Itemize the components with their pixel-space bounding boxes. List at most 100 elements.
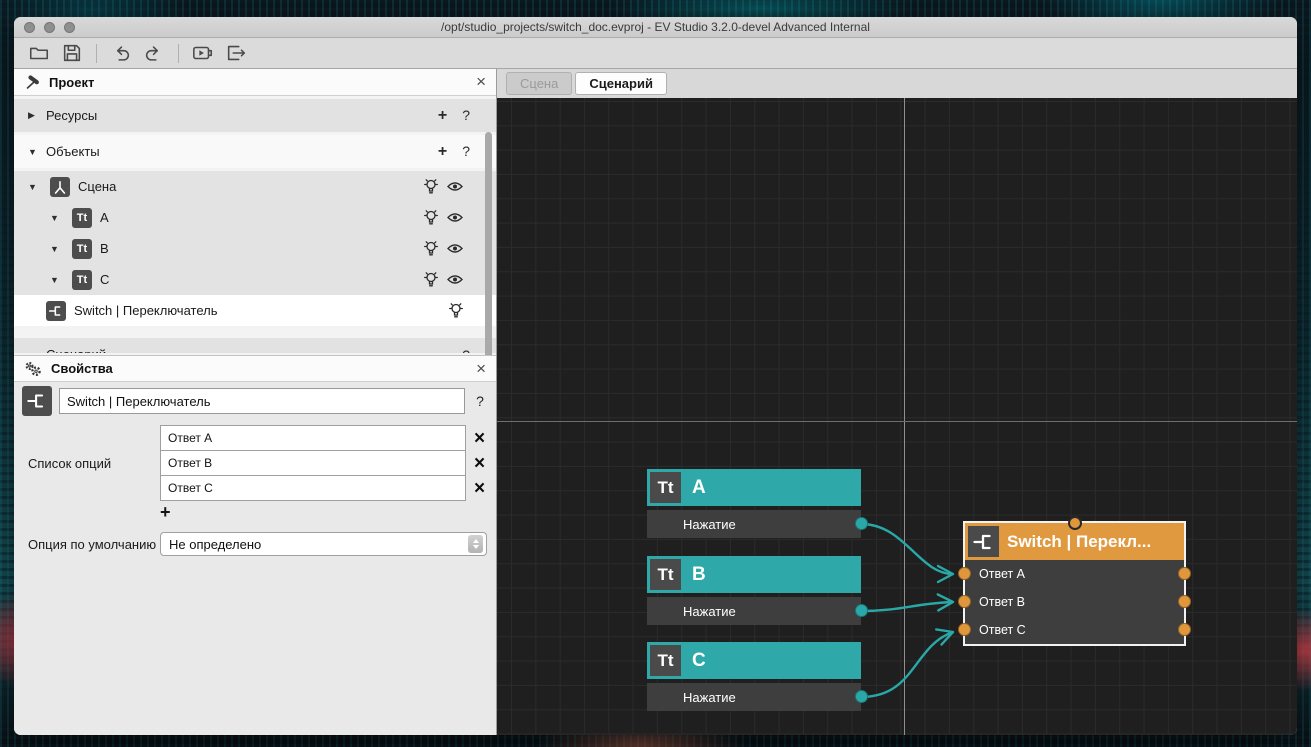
chevron-down-icon[interactable]: ▼ bbox=[50, 213, 68, 223]
output-port[interactable] bbox=[1178, 623, 1191, 636]
toolbar-separator bbox=[178, 44, 179, 63]
chevron-down-icon[interactable]: ▼ bbox=[28, 147, 46, 157]
text-object-icon: Tt bbox=[72, 239, 92, 259]
output-port[interactable] bbox=[855, 690, 868, 703]
export-icon bbox=[224, 42, 248, 64]
tab-scenario[interactable]: Сценарий bbox=[575, 72, 667, 95]
save-button[interactable] bbox=[59, 41, 85, 65]
undo-button[interactable] bbox=[108, 41, 134, 65]
close-properties-panel-button[interactable]: × bbox=[476, 356, 486, 382]
eye-icon[interactable] bbox=[447, 212, 463, 223]
open-folder-icon bbox=[28, 42, 50, 64]
zoom-window-button[interactable] bbox=[64, 22, 75, 33]
remove-option-button[interactable]: × bbox=[474, 479, 485, 498]
tree-item-switch[interactable]: Switch | Переключатель bbox=[14, 295, 496, 326]
lightbulb-icon[interactable] bbox=[424, 209, 438, 226]
remove-option-button[interactable]: × bbox=[474, 429, 485, 448]
close-window-button[interactable] bbox=[24, 22, 35, 33]
chevron-down-icon[interactable]: ▼ bbox=[28, 182, 46, 192]
app-window: /opt/studio_projects/switch_doc.evproj -… bbox=[14, 17, 1297, 735]
option-input[interactable] bbox=[160, 425, 466, 451]
preview-icon bbox=[191, 42, 215, 64]
options-list-label: Список опций bbox=[14, 456, 160, 471]
tree-item-c[interactable]: ▼ Tt C bbox=[14, 264, 496, 295]
project-scrollbar-thumb[interactable] bbox=[485, 132, 492, 355]
editor-tabbar: Сцена Сценарий bbox=[497, 69, 1297, 98]
section-scenario-label: Сценарий bbox=[46, 347, 106, 353]
text-object-icon: Tt bbox=[650, 559, 681, 590]
tree-item-scene[interactable]: ▼ Сцена bbox=[14, 171, 496, 202]
text-object-icon: Tt bbox=[72, 270, 92, 290]
scenario-help-button[interactable]: ? bbox=[462, 347, 470, 354]
preview-button[interactable] bbox=[190, 41, 216, 65]
redo-button[interactable] bbox=[141, 41, 167, 65]
lightbulb-icon[interactable] bbox=[424, 178, 438, 195]
resources-help-button[interactable]: ? bbox=[462, 107, 470, 125]
node-title: A bbox=[692, 477, 706, 499]
select-stepper-icon bbox=[468, 535, 483, 553]
enter-port[interactable] bbox=[1068, 516, 1082, 530]
section-resources[interactable]: ▶ Ресурсы + ? bbox=[14, 99, 496, 132]
node-title: B bbox=[692, 564, 706, 586]
output-port[interactable] bbox=[855, 517, 868, 530]
project-tree: ▶ Ресурсы + ? ▼ Объекты + ? bbox=[14, 96, 496, 355]
undo-icon bbox=[110, 42, 132, 64]
tab-scene-label: Сцена bbox=[520, 76, 558, 91]
add-resource-button[interactable]: + bbox=[438, 107, 447, 125]
export-button[interactable] bbox=[223, 41, 249, 65]
default-option-value: Не определено bbox=[169, 537, 261, 552]
input-port[interactable] bbox=[958, 623, 971, 636]
chevron-right-icon[interactable]: ▶ bbox=[28, 110, 46, 121]
close-project-panel-button[interactable]: × bbox=[476, 69, 486, 95]
section-objects[interactable]: ▼ Объекты + ? bbox=[14, 135, 496, 168]
eye-icon[interactable] bbox=[447, 243, 463, 254]
object-name-input[interactable] bbox=[59, 388, 465, 414]
tree-item-b[interactable]: ▼ Tt B bbox=[14, 233, 496, 264]
chevron-down-icon[interactable]: ▼ bbox=[50, 275, 68, 285]
lightbulb-icon[interactable] bbox=[449, 302, 463, 319]
default-option-select[interactable]: Не определено bbox=[160, 532, 487, 556]
option-input[interactable] bbox=[160, 450, 466, 476]
lightbulb-icon[interactable] bbox=[424, 240, 438, 257]
node-a[interactable]: Tt A Нажатие bbox=[647, 469, 861, 538]
chevron-down-icon[interactable]: ▼ bbox=[50, 244, 68, 254]
node-switch[interactable]: Switch | Перекл... Ответ A Ответ B bbox=[965, 523, 1184, 644]
tree-item-a[interactable]: ▼ Tt A bbox=[14, 202, 496, 233]
input-port[interactable] bbox=[958, 595, 971, 608]
add-option-button[interactable]: + bbox=[160, 502, 171, 522]
objects-help-button[interactable]: ? bbox=[462, 143, 470, 161]
default-option-label: Опция по умолчанию bbox=[14, 537, 160, 552]
switch-input-row: Ответ A bbox=[965, 560, 1184, 588]
option-input[interactable] bbox=[160, 475, 466, 501]
tab-scene[interactable]: Сцена bbox=[506, 72, 572, 95]
lightbulb-icon[interactable] bbox=[424, 271, 438, 288]
input-port[interactable] bbox=[958, 567, 971, 580]
node-canvas[interactable]: Tt A Нажатие Tt B Нажатие bbox=[497, 98, 1297, 735]
minimize-window-button[interactable] bbox=[44, 22, 55, 33]
add-object-button[interactable]: + bbox=[438, 143, 447, 161]
output-port[interactable] bbox=[1178, 595, 1191, 608]
properties-panel-header: Свойства × bbox=[14, 355, 496, 382]
window-title: /opt/studio_projects/switch_doc.evproj -… bbox=[14, 17, 1297, 37]
node-b[interactable]: Tt B Нажатие bbox=[647, 556, 861, 625]
node-c[interactable]: Tt C Нажатие bbox=[647, 642, 861, 711]
tree-item-label: C bbox=[100, 272, 109, 287]
redo-icon bbox=[143, 42, 165, 64]
object-help-button[interactable]: ? bbox=[472, 393, 488, 409]
option-row: × bbox=[160, 450, 485, 476]
wire-b-to-switch bbox=[861, 602, 953, 611]
toolbar-separator bbox=[96, 44, 97, 63]
eye-icon[interactable] bbox=[447, 274, 463, 285]
switch-icon bbox=[46, 301, 66, 321]
tree-item-label: B bbox=[100, 241, 109, 256]
save-icon bbox=[61, 42, 83, 64]
main-toolbar bbox=[14, 38, 1297, 69]
output-port[interactable] bbox=[1178, 567, 1191, 580]
remove-option-button[interactable]: × bbox=[474, 454, 485, 473]
open-folder-button[interactable] bbox=[26, 41, 52, 65]
eye-icon[interactable] bbox=[447, 181, 463, 192]
wire-c-to-switch bbox=[861, 632, 953, 697]
section-scenario[interactable]: Сценарий ? bbox=[14, 338, 496, 353]
hammer-icon bbox=[24, 74, 40, 90]
output-port[interactable] bbox=[855, 604, 868, 617]
